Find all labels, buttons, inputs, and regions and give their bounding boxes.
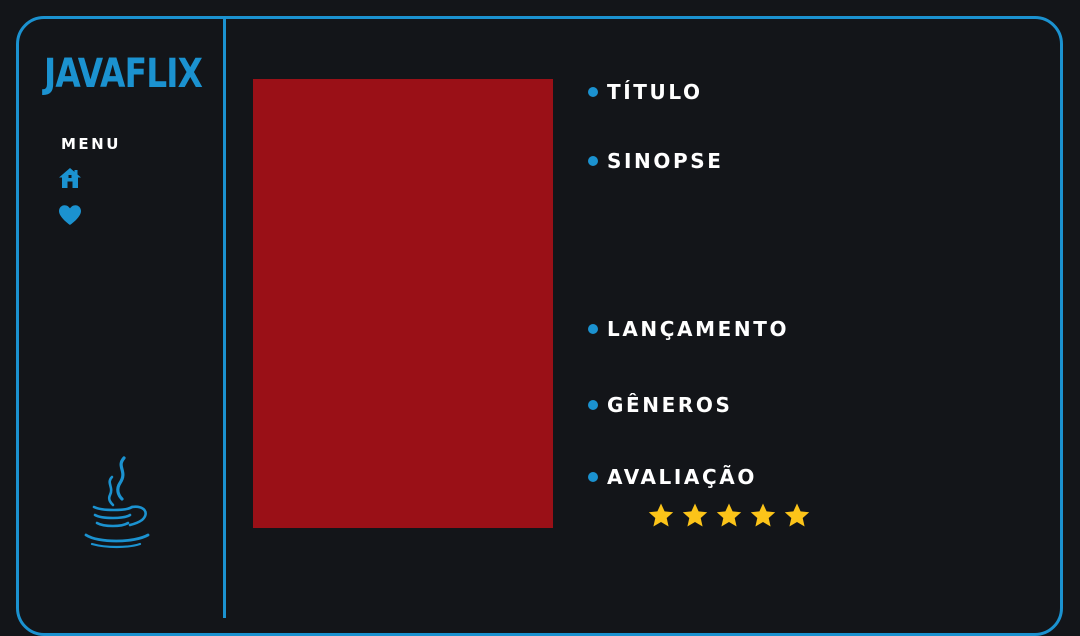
title-row: TÍTULO [588, 80, 703, 104]
home-icon[interactable] [58, 167, 82, 189]
bullet-dot [588, 87, 598, 97]
java-coffee-cup-icon [80, 455, 154, 549]
title-label: TÍTULO [607, 80, 703, 104]
star-icon[interactable] [647, 502, 675, 529]
sidebar-divider [223, 18, 226, 618]
release-row: LANÇAMENTO [588, 317, 789, 341]
menu-heading: MENU [61, 135, 121, 153]
rating-label: AVALIAÇÃO [607, 465, 757, 489]
genres-row: GÊNEROS [588, 393, 733, 417]
bullet-dot [588, 156, 598, 166]
synopsis-row: SINOPSE [588, 149, 724, 173]
bullet-dot [588, 324, 598, 334]
star-icon[interactable] [681, 502, 709, 529]
bullet-dot [588, 400, 598, 410]
rating-row: AVALIAÇÃO [588, 465, 757, 489]
synopsis-label: SINOPSE [607, 149, 724, 173]
star-icon[interactable] [749, 502, 777, 529]
brand-logo[interactable]: JAVAFLIX [44, 50, 203, 98]
genres-label: GÊNEROS [607, 393, 733, 417]
heart-icon[interactable] [58, 204, 82, 226]
bullet-dot [588, 472, 598, 482]
release-label: LANÇAMENTO [607, 317, 790, 341]
rating-stars[interactable] [647, 502, 811, 529]
star-icon[interactable] [715, 502, 743, 529]
movie-poster [253, 79, 553, 528]
star-icon[interactable] [783, 502, 811, 529]
